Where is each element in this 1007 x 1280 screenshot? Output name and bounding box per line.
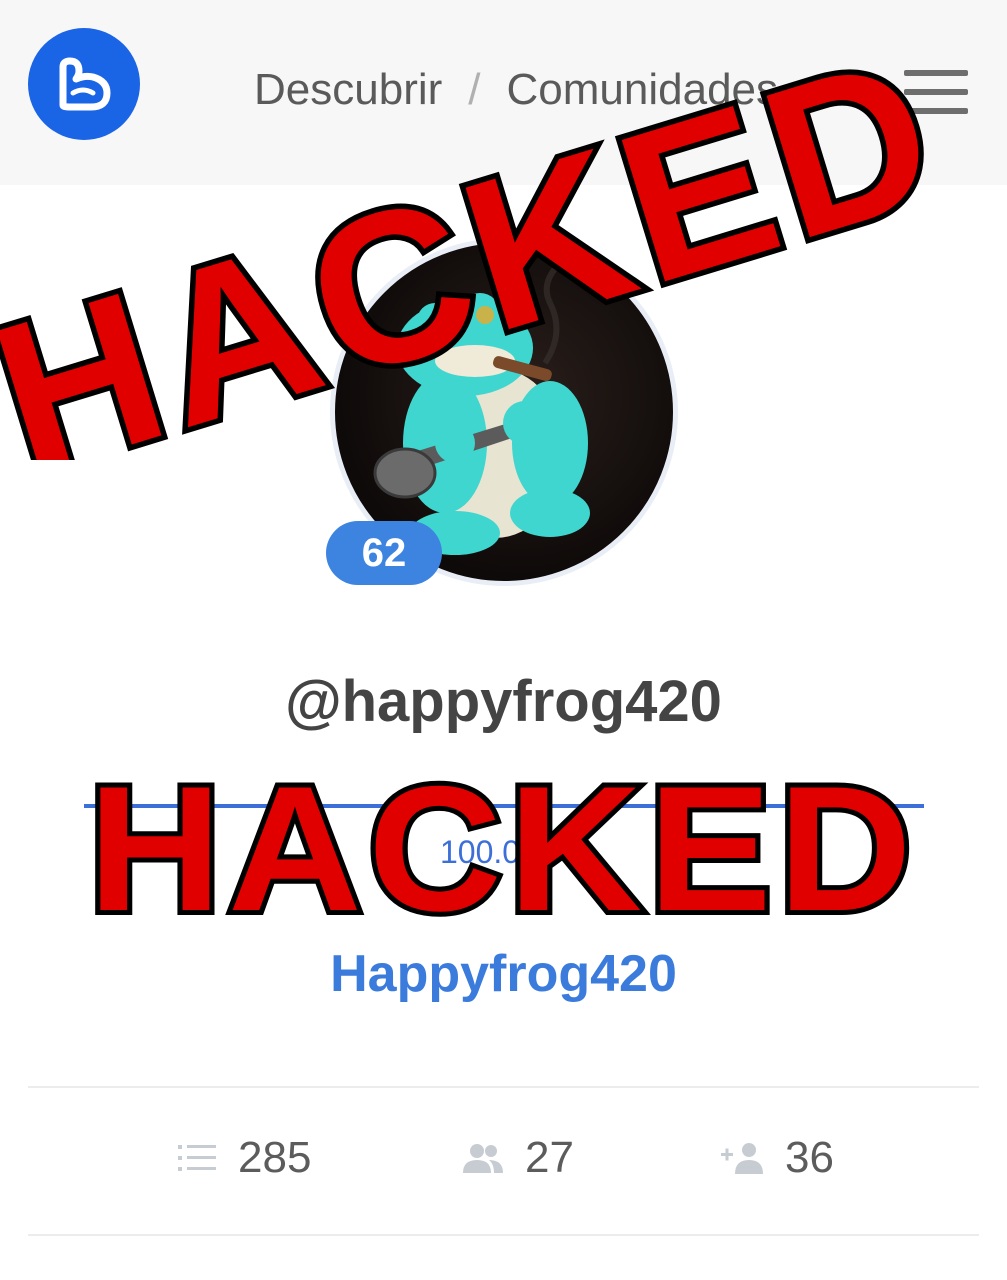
voting-power-bar (84, 804, 924, 808)
stat-followers[interactable]: 27 (463, 1126, 574, 1190)
stat-following-value: 36 (785, 1133, 834, 1182)
stat-followers-value: 27 (525, 1133, 574, 1182)
top-navigation-bar: Descubrir / Comunidades (0, 0, 1007, 185)
breadcrumb-communities-link[interactable]: Comunidades (507, 65, 779, 115)
stats-row: 285 27 36 (0, 1126, 1007, 1190)
divider (28, 1234, 979, 1236)
profile-page: Descubrir / Comunidades 62 @happyfrog420… (0, 0, 1007, 1280)
menu-line (904, 108, 968, 114)
divider (28, 1086, 979, 1088)
breadcrumb-separator: / (468, 65, 481, 114)
stat-posts-value: 285 (238, 1133, 312, 1182)
display-name: Happyfrog420 (330, 945, 677, 1003)
stat-posts[interactable]: 285 (178, 1126, 311, 1190)
app-logo-icon[interactable] (28, 28, 140, 140)
menu-line (904, 70, 968, 76)
following-icon (721, 1142, 763, 1174)
breadcrumb: Descubrir / Comunidades (254, 62, 778, 118)
hamburger-menu-icon[interactable] (900, 64, 972, 120)
list-icon (178, 1142, 216, 1174)
followers-icon (463, 1143, 503, 1173)
voting-power-value: 100.0 (440, 834, 521, 870)
stat-following[interactable]: 36 (721, 1126, 834, 1190)
breadcrumb-discover-link[interactable]: Descubrir (254, 65, 442, 115)
menu-line (904, 89, 968, 95)
reputation-badge: 62 (326, 521, 442, 585)
username: @happyfrog420 (285, 669, 722, 734)
